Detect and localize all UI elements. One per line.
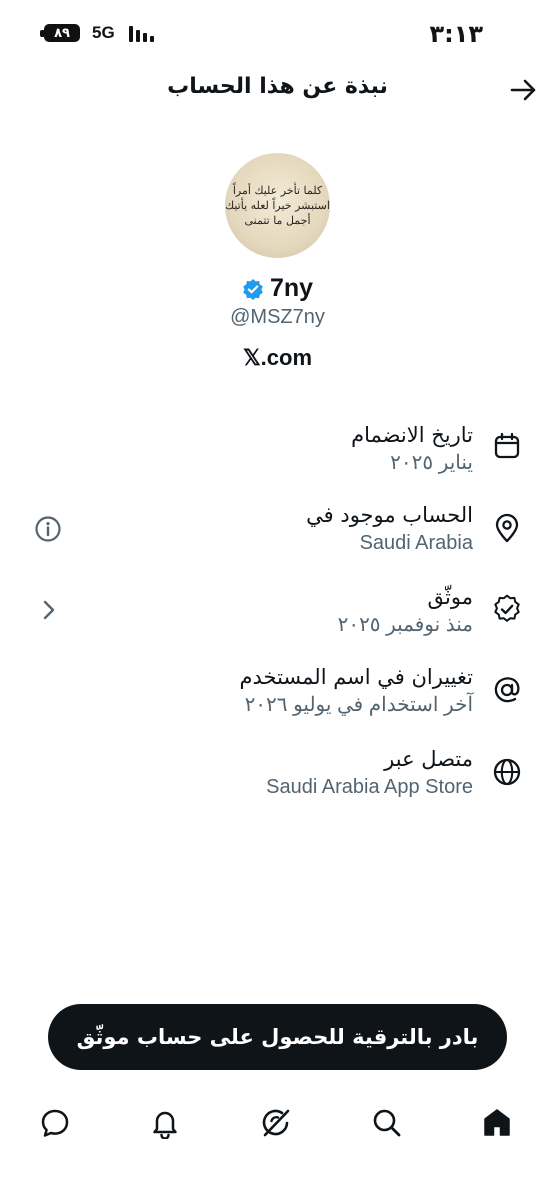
search-icon	[373, 1109, 401, 1137]
row-value: منذ نوفمبر ٢٠٢٥	[337, 614, 473, 636]
nav-grok-button[interactable]	[260, 1107, 292, 1139]
status-time: ٣:١٣	[429, 20, 483, 48]
nav-notifications-button[interactable]	[149, 1107, 181, 1139]
row-account-location: الحساب موجود في Saudi Arabia	[306, 501, 473, 557]
avatar-caption: كلما تأخر عليك أمراً استبشر خيراً لعله ي…	[225, 184, 330, 227]
arrow-right-icon	[510, 79, 536, 101]
profile-name-row: 7ny	[0, 274, 555, 303]
row-label: تاريخ الانضمام	[351, 423, 473, 447]
location-pin-icon	[492, 513, 522, 543]
row-label: الحساب موجود في	[306, 503, 473, 527]
signal-icon	[129, 26, 159, 42]
row-join-date: تاريخ الانضمام يناير ٢٠٢٥	[351, 421, 473, 477]
row-value: Saudi Arabia	[359, 532, 473, 554]
profile-name: 7ny	[269, 274, 314, 302]
info-icon	[35, 516, 61, 542]
row-username-changes: تغييران في اسم المستخدم آخر استخدام في ي…	[240, 663, 474, 719]
info-button[interactable]	[34, 515, 62, 543]
messages-icon	[41, 1109, 69, 1137]
nav-search-button[interactable]	[371, 1107, 403, 1139]
verified-badge-icon	[492, 594, 522, 624]
profile-site[interactable]: 𝕏.com	[0, 345, 555, 371]
row-value: يناير ٢٠٢٥	[390, 452, 473, 474]
grok-icon	[262, 1109, 290, 1137]
back-button[interactable]	[506, 76, 542, 104]
row-connected-via: متصل عبر Saudi Arabia App Store	[266, 745, 473, 801]
verified-details-button[interactable]	[34, 596, 62, 624]
chevron-right-icon	[43, 600, 55, 620]
row-value: Saudi Arabia App Store	[266, 776, 473, 798]
row-verified: موثّق منذ نوفمبر ٢٠٢٥	[338, 583, 473, 639]
calendar-icon	[492, 431, 522, 461]
row-label: موثّق	[427, 585, 473, 609]
notifications-icon	[153, 1111, 177, 1139]
page-title: نبذة عن هذا الحساب	[167, 74, 388, 99]
row-value: آخر استخدام في يوليو ٢٠٢٦	[244, 694, 473, 716]
row-label: تغييران في اسم المستخدم	[239, 665, 474, 689]
home-icon	[484, 1109, 510, 1136]
profile-handle: @MSZ7ny	[230, 306, 325, 328]
row-label: متصل عبر	[384, 747, 473, 771]
at-sign-icon	[492, 675, 522, 705]
avatar[interactable]: كلما تأخر عليك أمراً استبشر خيراً لعله ي…	[225, 153, 330, 258]
network-type: 5G	[92, 23, 115, 42]
nav-home-button[interactable]	[481, 1107, 513, 1139]
verified-icon	[243, 278, 263, 300]
battery-indicator: ٨٩	[44, 24, 80, 42]
globe-icon	[492, 757, 522, 787]
nav-messages-button[interactable]	[39, 1107, 71, 1139]
upgrade-verified-button[interactable]: بادر بالترقية للحصول على حساب موثّق	[48, 1004, 507, 1070]
